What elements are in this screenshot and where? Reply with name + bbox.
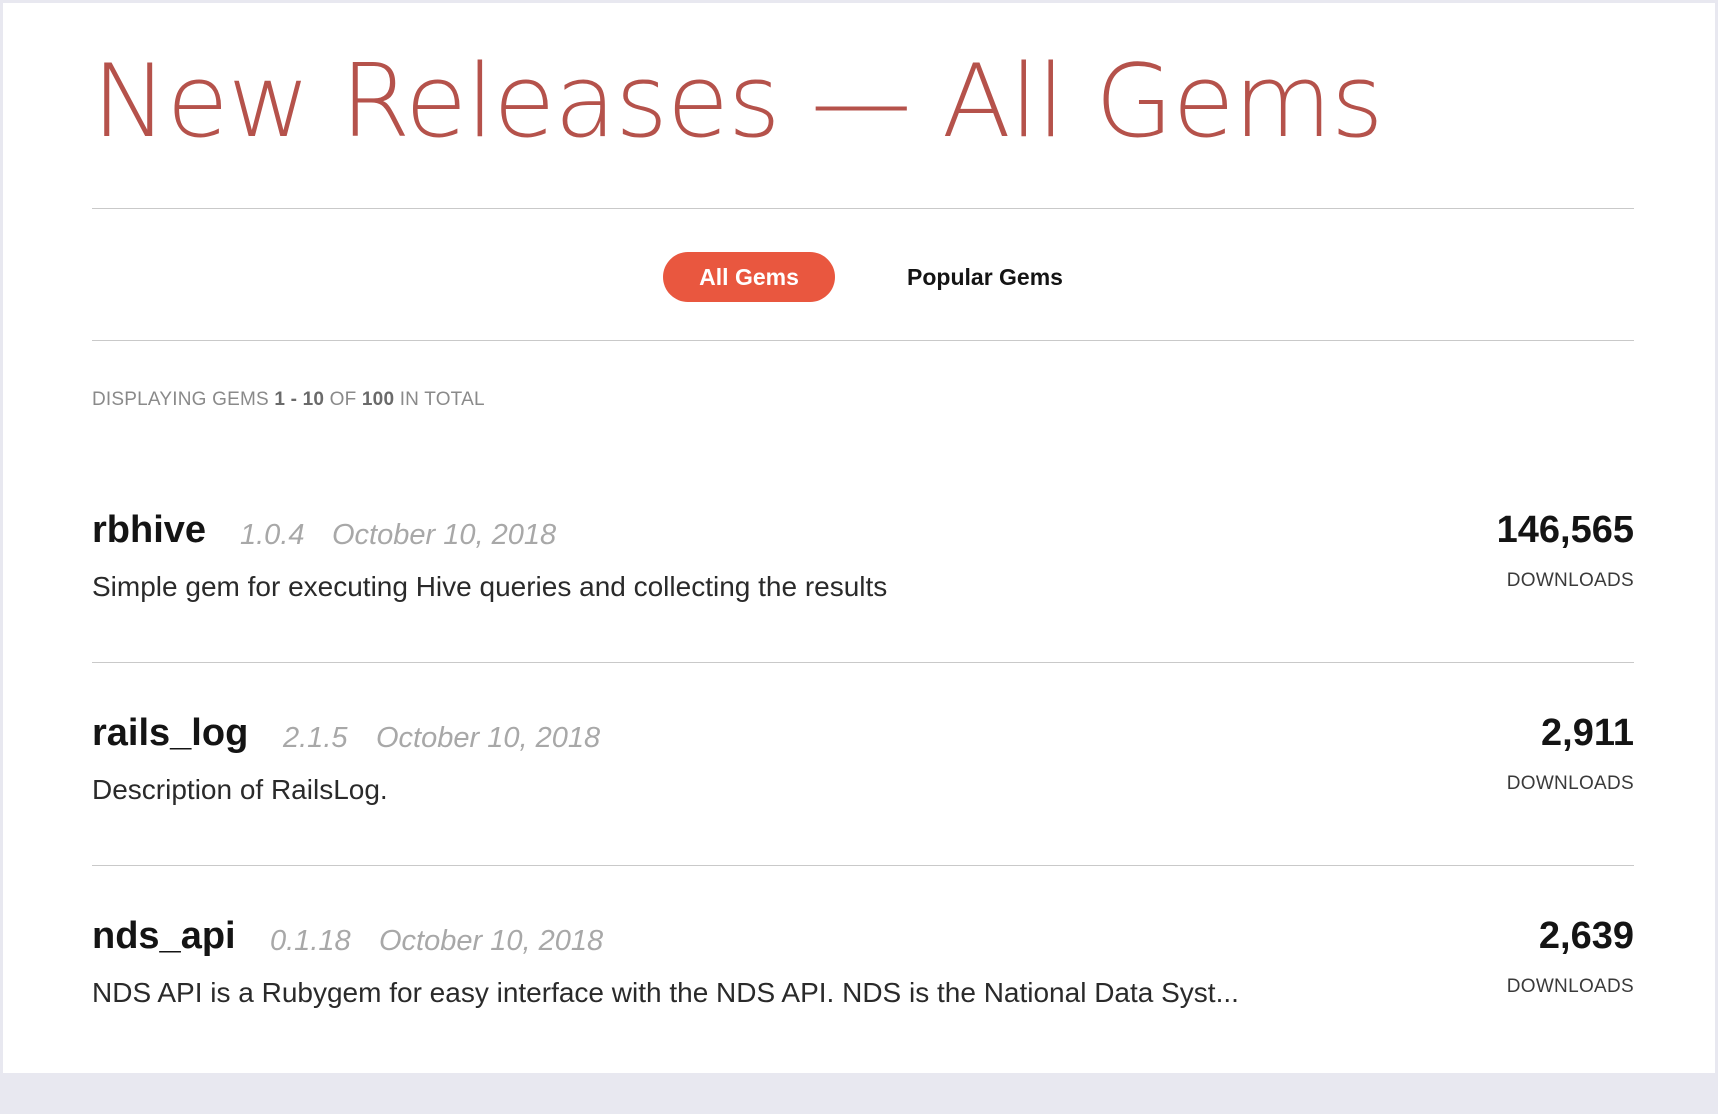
gem-name-link[interactable]: nds_api — [92, 914, 236, 958]
summary-range: 1 - 10 — [274, 389, 325, 410]
gem-downloads-label: DOWNLOADS — [1506, 570, 1634, 591]
results-summary: DISPLAYING GEMS 1 - 10 OF 100 IN TOTAL — [92, 389, 485, 411]
page-title: New Releases — All Gems — [92, 42, 1384, 160]
divider — [92, 662, 1634, 663]
gem-description: Simple gem for executing Hive queries an… — [92, 571, 888, 602]
gem-description: NDS API is a Rubygem for easy interface … — [92, 977, 1239, 1008]
gem-name-link[interactable]: rails_log — [92, 711, 248, 755]
gem-description: Description of RailsLog. — [92, 774, 388, 805]
summary-of: OF — [329, 389, 357, 410]
gem-date: October 10, 2018 — [379, 925, 604, 957]
gem-downloads-label: DOWNLOADS — [1506, 976, 1634, 997]
gem-date: October 10, 2018 — [332, 519, 557, 551]
gem-version: 2.1.5 — [283, 722, 348, 754]
gem-name-link[interactable]: rbhive — [92, 508, 206, 552]
summary-total: 100 — [361, 389, 395, 410]
gem-version: 1.0.4 — [240, 519, 305, 551]
gem-filter-tabs: All Gems Popular Gems — [92, 252, 1634, 302]
tab-all-gems[interactable]: All Gems — [663, 252, 836, 302]
gem-date: October 10, 2018 — [376, 722, 601, 754]
gem-downloads-label: DOWNLOADS — [1506, 773, 1634, 794]
divider — [92, 208, 1634, 209]
gem-row: rbhive 1.0.4 October 10, 2018 Simple gem… — [92, 508, 1634, 708]
gem-row: rails_log 2.1.5 October 10, 2018 Descrip… — [92, 711, 1634, 911]
divider — [92, 340, 1634, 341]
summary-prefix: DISPLAYING GEMS — [92, 389, 269, 410]
gem-downloads-count: 146,565 — [1496, 509, 1634, 551]
gem-downloads-count: 2,911 — [1541, 712, 1634, 754]
gem-version: 0.1.18 — [270, 925, 351, 957]
summary-suffix: IN TOTAL — [399, 389, 485, 410]
gem-downloads-count: 2,639 — [1538, 915, 1634, 957]
gem-row: nds_api 0.1.18 October 10, 2018 NDS API … — [92, 914, 1634, 1114]
tab-popular-gems[interactable]: Popular Gems — [907, 252, 1063, 302]
page-frame: New Releases — All Gems All Gems Popular… — [3, 3, 1715, 1073]
divider — [92, 865, 1634, 866]
